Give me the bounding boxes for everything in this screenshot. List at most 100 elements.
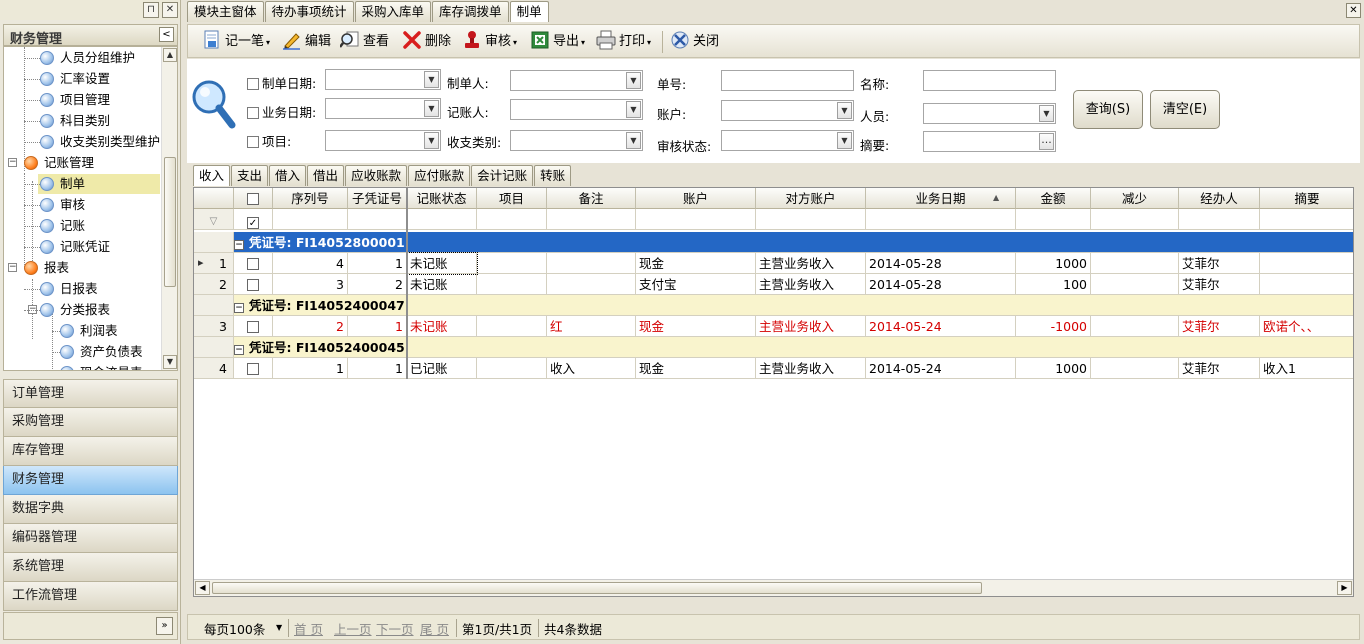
filter-cell[interactable] xyxy=(273,209,348,230)
tree-item[interactable]: 人员分组维护 xyxy=(38,48,160,68)
filter-cell[interactable] xyxy=(348,209,407,230)
person-select[interactable]: ▼ xyxy=(923,103,1056,124)
close-icon[interactable]: ✕ xyxy=(162,2,178,18)
table-row[interactable]: 1 4 1 未记账 现金 主营业务收入 2014-05-28 1000 艾菲尔 xyxy=(194,252,1353,275)
filter-cell[interactable] xyxy=(1260,209,1353,230)
filter-cell[interactable] xyxy=(1016,209,1091,230)
column-header[interactable]: 减少 xyxy=(1091,188,1179,209)
view-button[interactable]: 查看 xyxy=(340,30,389,54)
dropdown-arrow-icon[interactable]: ▼ xyxy=(626,132,641,149)
scroll-up-arrow-icon[interactable]: ▲ xyxy=(163,48,177,62)
project-select[interactable]: ▼ xyxy=(325,130,441,151)
page-size-dropdown-icon[interactable]: ▼ xyxy=(276,623,282,632)
table-row[interactable]: 2 3 2 未记账 支付宝 主营业务收入 2014-05-28 100 艾菲尔 xyxy=(194,274,1353,295)
filter-cell[interactable] xyxy=(1091,209,1179,230)
scroll-right-arrow-icon[interactable]: ▶ xyxy=(1337,581,1352,595)
entry-grid[interactable]: 序列号子凭证号记账状态项目备注账户对方账户业务日期金额减少经办人摘要▲▽−凭证号… xyxy=(193,187,1354,597)
project-checkbox[interactable]: 项目: xyxy=(247,131,291,150)
record-type-tab[interactable]: 转账 xyxy=(534,165,572,186)
record-type-tab[interactable]: 应收账款 xyxy=(345,165,408,186)
dropdown-arrow-icon[interactable]: ▼ xyxy=(837,102,852,119)
tree-item[interactable]: 分类报表 xyxy=(38,300,160,320)
nav-item[interactable]: 编码器管理 xyxy=(3,524,178,553)
audit-state-select[interactable]: ▼ xyxy=(721,130,854,151)
row-checkbox[interactable] xyxy=(234,253,273,274)
dropdown-arrow-icon[interactable]: ▼ xyxy=(626,72,641,89)
column-header[interactable]: 子凭证号 xyxy=(348,188,407,209)
close-button[interactable]: 关闭 xyxy=(670,30,719,54)
tree-item[interactable]: 记账管理 xyxy=(22,153,160,173)
doc-no-input[interactable] xyxy=(721,70,854,91)
column-header[interactable]: 项目 xyxy=(477,188,547,209)
tree-item[interactable]: 记账凭证 xyxy=(38,237,160,257)
tree-expander-icon[interactable]: − xyxy=(8,158,17,167)
module-tree[interactable]: 人员分组维护 汇率设置 项目管理 科目类别 收支类别类型维护 记账管理 − 制单 审核 记账 记账凭… xyxy=(3,46,178,371)
group-row[interactable]: − 凭证号: FI14052400047 xyxy=(194,295,1353,316)
tree-item[interactable]: 收支类别类型维护 xyxy=(38,132,160,152)
pin-icon[interactable]: ⊓ xyxy=(143,2,159,18)
dropdown-arrow-icon[interactable]: ▼ xyxy=(1039,105,1054,122)
grid-horizontal-scrollbar[interactable]: ◀ ▶ xyxy=(194,579,1353,596)
tree-item[interactable]: 项目管理 xyxy=(38,90,160,110)
maker-select[interactable]: ▼ xyxy=(510,70,643,91)
audit-button[interactable]: 审核 ▾ xyxy=(462,30,517,54)
filter-cell[interactable] xyxy=(407,209,477,230)
tree-item[interactable]: 日报表 xyxy=(38,279,160,299)
next-page-link[interactable]: 下一页 xyxy=(376,619,414,638)
edit-button[interactable]: 编辑 xyxy=(282,30,331,54)
first-page-link[interactable]: 首 页 xyxy=(294,619,323,638)
nav-item[interactable]: 库存管理 xyxy=(3,437,178,466)
summary-input[interactable]: ... xyxy=(923,131,1056,152)
category-select[interactable]: ▼ xyxy=(510,130,643,151)
delete-button[interactable]: 删除 xyxy=(402,30,451,54)
nav-item[interactable]: 采购管理 xyxy=(3,408,178,437)
biz-date-input[interactable]: ▼ xyxy=(325,98,441,119)
group-collapse-icon[interactable]: − xyxy=(234,240,244,250)
column-header[interactable]: 序列号 xyxy=(273,188,348,209)
select-all-checkbox[interactable] xyxy=(234,188,273,209)
ellipsis-icon[interactable]: ... xyxy=(1039,133,1054,150)
document-tab[interactable]: 制单 xyxy=(509,1,549,22)
expand-nav-icon[interactable]: » xyxy=(156,617,173,635)
filter-checkbox[interactable] xyxy=(234,209,273,230)
row-checkbox[interactable] xyxy=(234,274,273,295)
tree-item[interactable]: 审核 xyxy=(38,195,160,215)
tree-expander-icon[interactable]: − xyxy=(8,263,17,272)
tree-scroll-thumb[interactable] xyxy=(164,157,176,287)
tree-item[interactable]: 利润表 xyxy=(58,321,160,341)
nav-item[interactable]: 工作流管理 xyxy=(3,582,178,611)
clear-button[interactable]: 清空(E) xyxy=(1150,90,1220,129)
last-page-link[interactable]: 尾 页 xyxy=(420,619,449,638)
tree-item[interactable]: 汇率设置 xyxy=(38,69,160,89)
group-row[interactable]: − 凭证号: FI14052400045 xyxy=(194,337,1353,358)
nav-item[interactable]: 财务管理 xyxy=(3,466,178,495)
document-tab[interactable]: 模块主窗体 xyxy=(187,1,264,22)
record-type-tab[interactable]: 借出 xyxy=(307,165,345,186)
tree-item[interactable]: 资产负债表 xyxy=(58,342,160,362)
prev-page-link[interactable]: 上一页 xyxy=(334,619,372,638)
name-input[interactable] xyxy=(923,70,1056,91)
group-collapse-icon[interactable]: − xyxy=(234,303,244,313)
column-header[interactable]: 对方账户 xyxy=(756,188,866,209)
column-header[interactable]: 摘要 xyxy=(1260,188,1353,209)
nav-item[interactable]: 系统管理 xyxy=(3,553,178,582)
tree-item[interactable]: 现金流量表 xyxy=(58,363,160,370)
biz-date-checkbox[interactable]: 业务日期: xyxy=(247,102,316,121)
column-header[interactable]: 备注 xyxy=(547,188,636,209)
dropdown-arrow-icon[interactable]: ▼ xyxy=(837,132,852,149)
group-collapse-icon[interactable]: − xyxy=(234,345,244,355)
filter-cell[interactable] xyxy=(636,209,756,230)
tree-item[interactable]: 科目类别 xyxy=(38,111,160,131)
column-header[interactable]: 经办人 xyxy=(1179,188,1260,209)
recorder-select[interactable]: ▼ xyxy=(510,99,643,120)
document-tab[interactable]: 库存调拨单 xyxy=(432,1,509,22)
scroll-down-arrow-icon[interactable]: ▼ xyxy=(163,355,177,369)
account-select[interactable]: ▼ xyxy=(721,100,854,121)
export-button[interactable]: 导出 ▾ xyxy=(530,30,585,54)
table-row[interactable]: 4 1 1 已记账 收入 现金 主营业务收入 2014-05-24 1000 艾菲尔 收入1 xyxy=(194,358,1353,379)
collapse-left-icon[interactable]: < xyxy=(159,27,174,42)
sort-ascending-icon[interactable]: ▲ xyxy=(993,193,999,202)
tree-item[interactable]: 报表 xyxy=(22,258,160,278)
query-button[interactable]: 查询(S) xyxy=(1073,90,1143,129)
group-row[interactable]: − 凭证号: FI14052800001 xyxy=(194,232,1353,253)
